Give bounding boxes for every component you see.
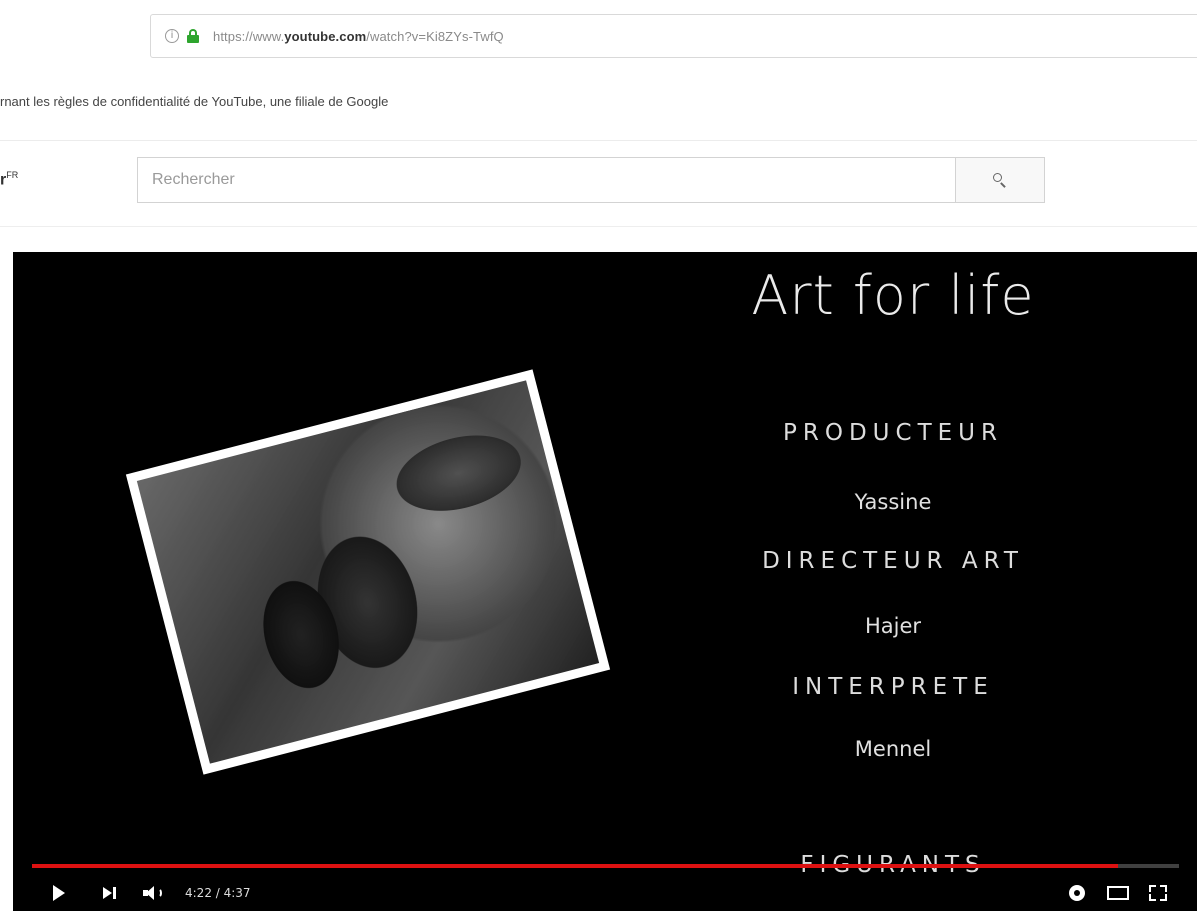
video-photo-frame: [125, 369, 611, 775]
consent-text: rnant les règles de confidentialité de Y…: [0, 94, 389, 109]
video-title-text: Art for life: [751, 264, 1035, 327]
settings-button[interactable]: [1069, 884, 1085, 901]
address-bar[interactable]: i https://www.youtube.com/watch?v=Ki8ZYs…: [150, 14, 1197, 58]
time-display: 4:22 / 4:37: [185, 885, 251, 900]
credit-role-producer: PRODUCTEUR: [783, 420, 1003, 446]
credit-name-performer: Mennel: [854, 737, 932, 761]
url-path: /watch?v=Ki8ZYs-TwfQ: [366, 28, 504, 44]
search-bar: [137, 157, 1045, 203]
credit-role-performer: INTERPRETE: [792, 674, 994, 700]
lock-icon: [187, 29, 199, 43]
divider: [0, 140, 1197, 141]
info-icon[interactable]: i: [165, 29, 179, 43]
search-input[interactable]: [137, 157, 955, 203]
credit-name-producer: Yassine: [854, 490, 932, 514]
volume-button[interactable]: [143, 885, 165, 901]
next-button[interactable]: [103, 886, 117, 899]
search-button[interactable]: [955, 157, 1045, 203]
player-controls: 4:22 / 4:37: [13, 874, 1197, 911]
logo-country: FR: [6, 170, 19, 180]
video-photo: [136, 380, 600, 764]
progress-bar[interactable]: [32, 864, 1179, 868]
theater-mode-button[interactable]: [1107, 885, 1129, 900]
play-button[interactable]: [53, 884, 65, 901]
credit-role-art-director: DIRECTEUR ART: [762, 548, 1024, 574]
divider: [0, 226, 1197, 227]
url-prefix: https://www.: [213, 28, 285, 44]
youtube-logo[interactable]: rFR: [0, 170, 18, 189]
progress-fill: [32, 864, 1119, 868]
credit-name-art-director: Hajer: [864, 614, 922, 638]
url-text[interactable]: https://www.youtube.com/watch?v=Ki8ZYs-T…: [213, 29, 504, 44]
video-player[interactable]: Art for life PRODUCTEUR Yassine DIRECTEU…: [13, 252, 1197, 911]
url-domain: youtube.com: [284, 28, 367, 44]
fullscreen-button[interactable]: [1149, 884, 1167, 901]
search-icon: [993, 173, 1007, 188]
